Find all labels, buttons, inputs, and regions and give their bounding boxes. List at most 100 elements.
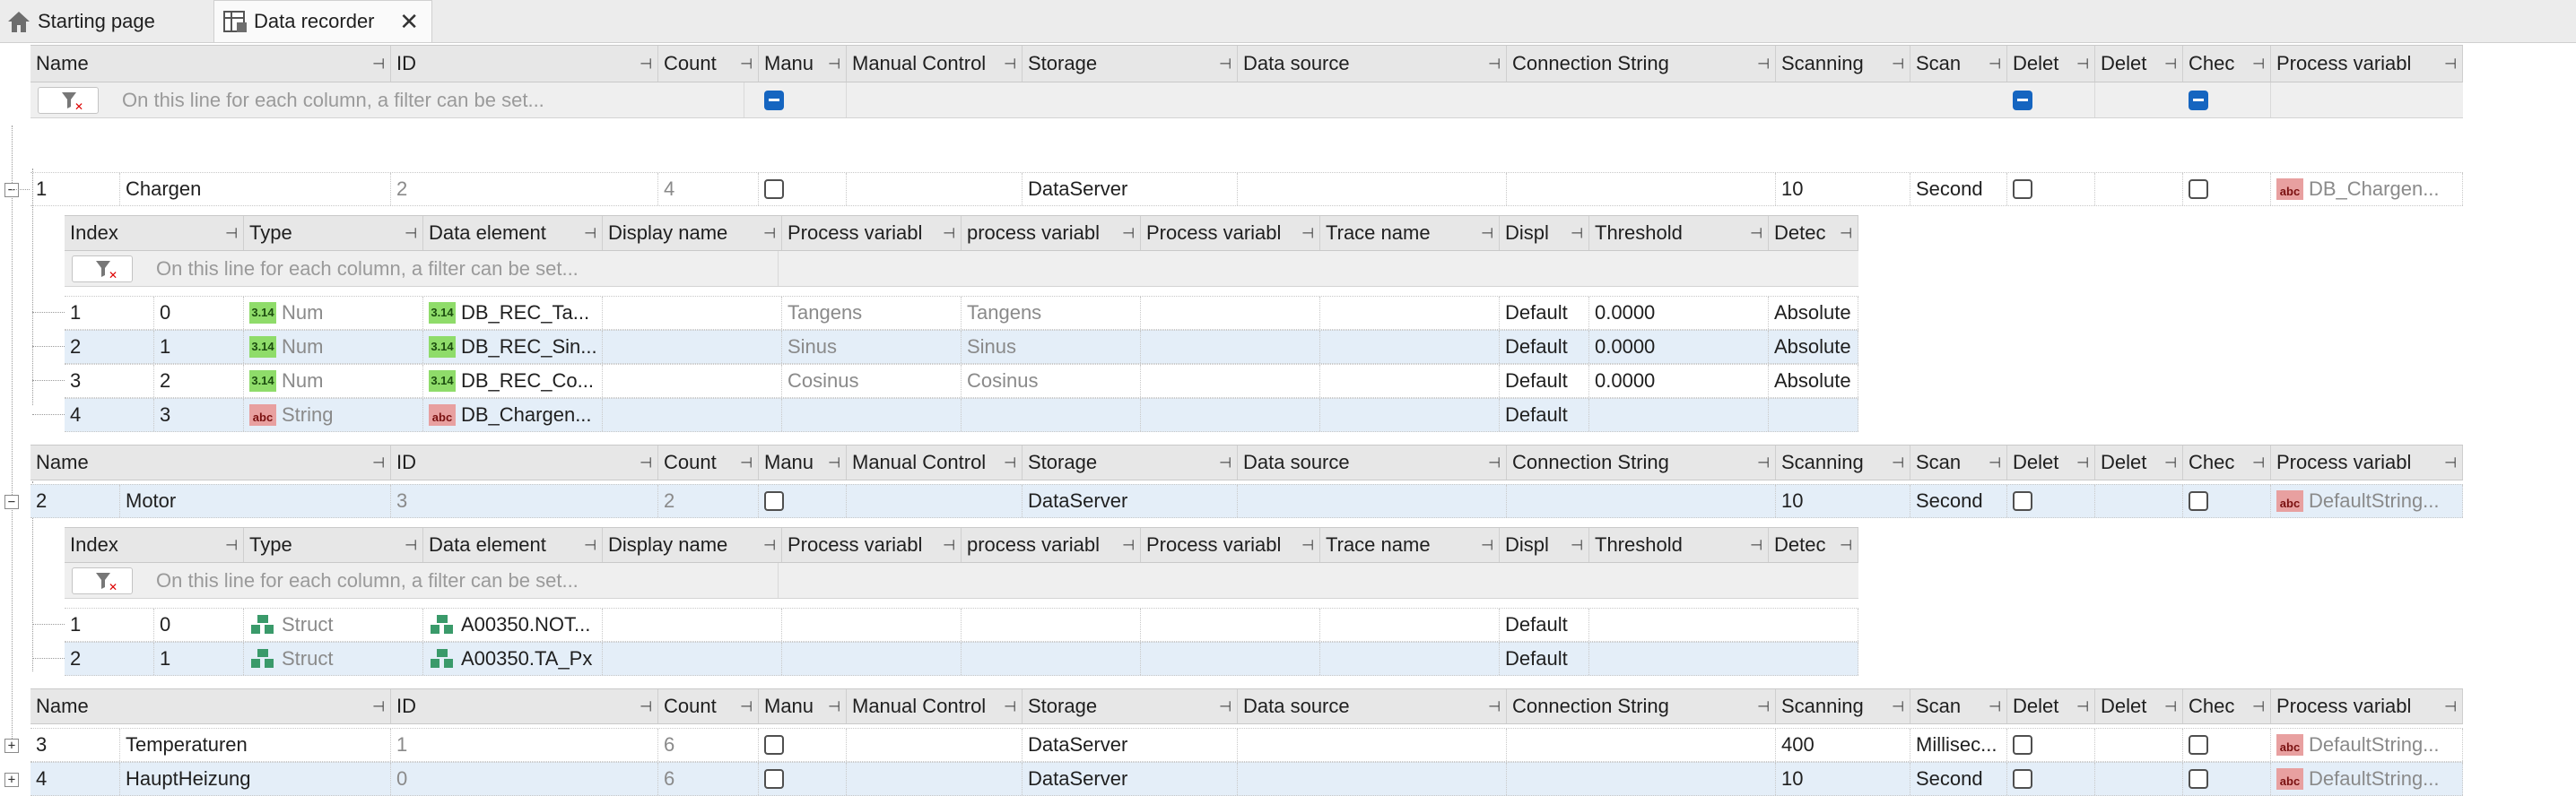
col-header-storage[interactable]: Storage ⊣ xyxy=(1023,689,1238,723)
index-cell[interactable]: 1 xyxy=(154,643,244,675)
pin-icon[interactable]: ⊣ xyxy=(2076,454,2089,472)
collapse-icon[interactable]: − xyxy=(4,495,19,509)
col-header-delete-2[interactable]: Delet ⊣ xyxy=(2095,46,2183,82)
scan-cell[interactable]: Second xyxy=(1910,173,2007,205)
type-cell[interactable]: Struct xyxy=(244,643,423,675)
col-header-manual-control[interactable]: Manual Control ⊣ xyxy=(847,46,1023,82)
col-header-data-element[interactable]: Data element ⊣ xyxy=(423,216,603,250)
process-variable-cell[interactable] xyxy=(1141,331,1320,363)
col-header-display-name[interactable]: Display name ⊣ xyxy=(603,528,782,562)
checkbox[interactable] xyxy=(2189,735,2208,755)
col-header-connection-string[interactable]: Connection String ⊣ xyxy=(1507,689,1776,723)
type-cell[interactable]: 3.14 Num xyxy=(244,365,423,397)
checkbox[interactable] xyxy=(2013,491,2032,511)
data-element-cell[interactable]: 3.14 DB_REC_Ta... xyxy=(423,297,603,329)
pin-icon[interactable]: ⊣ xyxy=(1571,537,1583,554)
pin-icon[interactable]: ⊣ xyxy=(1219,454,1231,472)
manual-control-cell[interactable] xyxy=(847,173,1023,205)
col-header-delete-1[interactable]: Delet ⊣ xyxy=(2007,446,2095,480)
pin-icon[interactable]: ⊣ xyxy=(1219,698,1231,715)
name-cell[interactable]: HauptHeizung xyxy=(120,763,391,795)
scan-cell[interactable]: Millisec... xyxy=(1910,729,2007,761)
expand-icon[interactable]: + xyxy=(4,739,19,753)
checkbox[interactable] xyxy=(2189,179,2208,199)
id-cell[interactable]: 1 xyxy=(391,729,658,761)
storage-cell[interactable]: DataServer xyxy=(1023,173,1238,205)
pin-icon[interactable]: ⊣ xyxy=(2252,454,2265,472)
check-cell[interactable] xyxy=(2183,173,2271,205)
table-row[interactable]: 3 Temperaturen 1 6 DataServer 400 Millis… xyxy=(30,728,2463,762)
pin-icon[interactable]: ⊣ xyxy=(372,698,385,715)
type-cell[interactable]: 3.14 Num xyxy=(244,331,423,363)
process-variable-cell[interactable]: Cosinus xyxy=(962,365,1141,397)
table-row[interactable]: 2 Motor 3 2 DataServer 10 Second abc Defa… xyxy=(30,484,2463,518)
manu-cell[interactable] xyxy=(759,173,847,205)
col-header-count[interactable]: Count ⊣ xyxy=(658,46,759,82)
threshold-cell[interactable] xyxy=(1589,643,1858,675)
data-source-cell[interactable] xyxy=(1238,485,1507,517)
col-header-name[interactable]: Name ⊣ xyxy=(30,46,391,82)
count-cell[interactable]: 6 xyxy=(658,763,759,795)
trace-name-cell[interactable] xyxy=(1320,365,1500,397)
pin-icon[interactable]: ⊣ xyxy=(943,225,955,242)
col-header-scanning[interactable]: Scanning ⊣ xyxy=(1776,689,1910,723)
delete-cell-2[interactable] xyxy=(2095,485,2183,517)
detection-cell[interactable]: Absolute xyxy=(1769,365,1858,397)
col-header-threshold[interactable]: Threshold ⊣ xyxy=(1589,216,1769,250)
pin-icon[interactable]: ⊣ xyxy=(763,537,776,554)
manual-control-cell[interactable] xyxy=(847,485,1023,517)
checkbox[interactable] xyxy=(764,769,784,789)
checkbox[interactable] xyxy=(2013,179,2032,199)
scanning-cell[interactable]: 10 xyxy=(1776,485,1910,517)
filter-placeholder[interactable]: On this line for each column, a filter c… xyxy=(151,251,779,286)
col-header-process-variable-3[interactable]: Process variabl ⊣ xyxy=(1141,216,1320,250)
delete-cell-2[interactable] xyxy=(2095,763,2183,795)
pin-icon[interactable]: ⊣ xyxy=(1989,454,2001,472)
close-icon[interactable]: ✕ xyxy=(399,8,419,36)
indeterminate-checkbox[interactable] xyxy=(2013,90,2032,110)
pin-icon[interactable]: ⊣ xyxy=(1750,537,1762,554)
name-cell[interactable]: Motor xyxy=(120,485,391,517)
manu-cell[interactable] xyxy=(759,729,847,761)
pin-icon[interactable]: ⊣ xyxy=(740,56,753,73)
type-cell[interactable]: abc String xyxy=(244,399,423,431)
pin-icon[interactable]: ⊣ xyxy=(1481,225,1493,242)
pin-icon[interactable]: ⊣ xyxy=(1989,698,2001,715)
col-header-count[interactable]: Count ⊣ xyxy=(658,689,759,723)
process-variable-cell[interactable]: Sinus xyxy=(782,331,962,363)
col-header-scanning[interactable]: Scanning ⊣ xyxy=(1776,446,1910,480)
delete-cell[interactable] xyxy=(2007,485,2095,517)
process-variable-cell[interactable]: Cosinus xyxy=(782,365,962,397)
pin-icon[interactable]: ⊣ xyxy=(1301,225,1314,242)
process-variable-cell[interactable] xyxy=(782,643,962,675)
checkbox[interactable] xyxy=(2013,735,2032,755)
pin-icon[interactable]: ⊣ xyxy=(1488,454,1501,472)
pin-icon[interactable]: ⊣ xyxy=(828,454,840,472)
pin-icon[interactable]: ⊣ xyxy=(2076,698,2089,715)
threshold-cell[interactable] xyxy=(1589,399,1769,431)
process-variable-cell[interactable] xyxy=(962,399,1141,431)
scanning-cell[interactable]: 10 xyxy=(1776,173,1910,205)
pin-icon[interactable]: ⊣ xyxy=(1750,225,1762,242)
threshold-cell[interactable] xyxy=(1589,609,1858,641)
pin-icon[interactable]: ⊣ xyxy=(1840,225,1852,242)
connection-string-cell[interactable] xyxy=(1507,173,1776,205)
filter-manu-checkbox[interactable] xyxy=(759,82,847,117)
data-element-cell[interactable]: 3.14 DB_REC_Co... xyxy=(423,365,603,397)
pin-icon[interactable]: ⊣ xyxy=(372,454,385,472)
display-name-cell[interactable] xyxy=(603,365,782,397)
check-cell[interactable] xyxy=(2183,485,2271,517)
storage-cell[interactable]: DataServer xyxy=(1023,485,1238,517)
collapse-icon[interactable]: − xyxy=(4,183,19,197)
delete-cell[interactable] xyxy=(2007,729,2095,761)
pin-icon[interactable]: ⊣ xyxy=(1488,698,1501,715)
data-element-cell[interactable]: abc DB_Chargen... xyxy=(423,399,603,431)
process-variable-cell[interactable]: abc DefaultString... xyxy=(2271,485,2463,517)
expand-icon[interactable]: + xyxy=(4,773,19,787)
indeterminate-checkbox[interactable] xyxy=(2189,90,2208,110)
pin-icon[interactable]: ⊣ xyxy=(2444,698,2457,715)
process-variable-cell[interactable] xyxy=(962,609,1141,641)
clear-filter-button[interactable]: ✕ xyxy=(72,255,133,282)
process-variable-cell[interactable] xyxy=(1141,609,1320,641)
process-variable-cell[interactable]: Tangens xyxy=(962,297,1141,329)
